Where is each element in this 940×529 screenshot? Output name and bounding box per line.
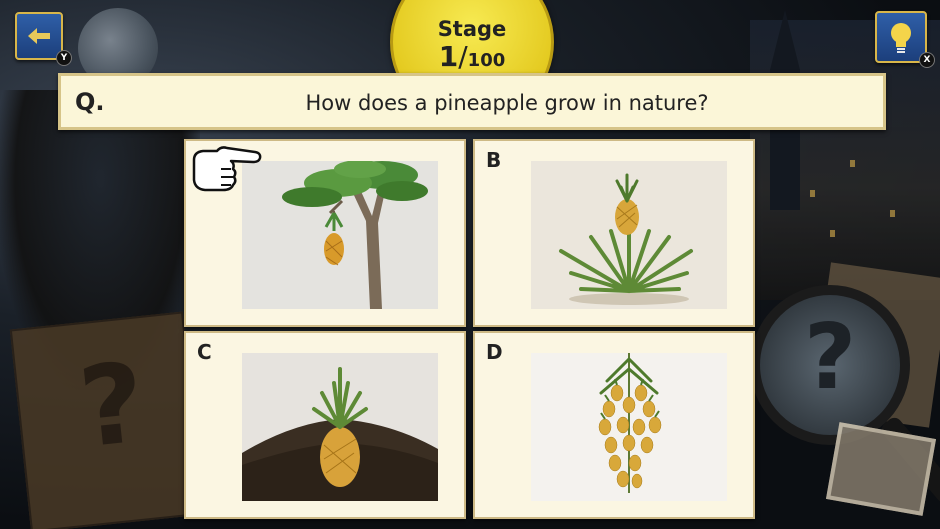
option-letter: B: [486, 148, 502, 172]
option-letter: D: [486, 340, 503, 364]
question-bar: Q. How does a pineapple grow in nature?: [58, 73, 886, 130]
pineapple-plant-image: [531, 161, 727, 309]
old-map: ?: [9, 311, 205, 529]
old-photo: [825, 422, 937, 516]
stage-title: Stage: [437, 17, 507, 41]
question-text: How does a pineapple grow in nature?: [305, 91, 709, 115]
back-arrow-icon: [28, 28, 50, 44]
question-mark-icon: ?: [804, 305, 857, 410]
back-button[interactable]: [15, 12, 63, 60]
pointing-hand-icon: [191, 142, 263, 194]
stage-separator: /: [458, 40, 468, 73]
pineapple-tree-image: [242, 161, 438, 309]
lightbulb-icon: [891, 23, 911, 53]
pineapple-soil-image: [242, 353, 438, 501]
answer-option-d[interactable]: D: [473, 331, 755, 519]
question-label: Q.: [75, 88, 105, 116]
answer-option-c[interactable]: C: [184, 331, 466, 519]
stage-total: 100: [467, 50, 506, 71]
stage-current: 1: [438, 40, 459, 73]
option-letter: C: [197, 340, 212, 364]
x-key-badge: X: [919, 52, 935, 68]
y-key-badge: Y: [56, 50, 72, 66]
question-mark-icon: ?: [73, 338, 151, 473]
answer-option-b[interactable]: B: [473, 139, 755, 327]
stage-count: 1/100: [393, 40, 551, 73]
pineapple-bunch-image: [531, 353, 727, 501]
